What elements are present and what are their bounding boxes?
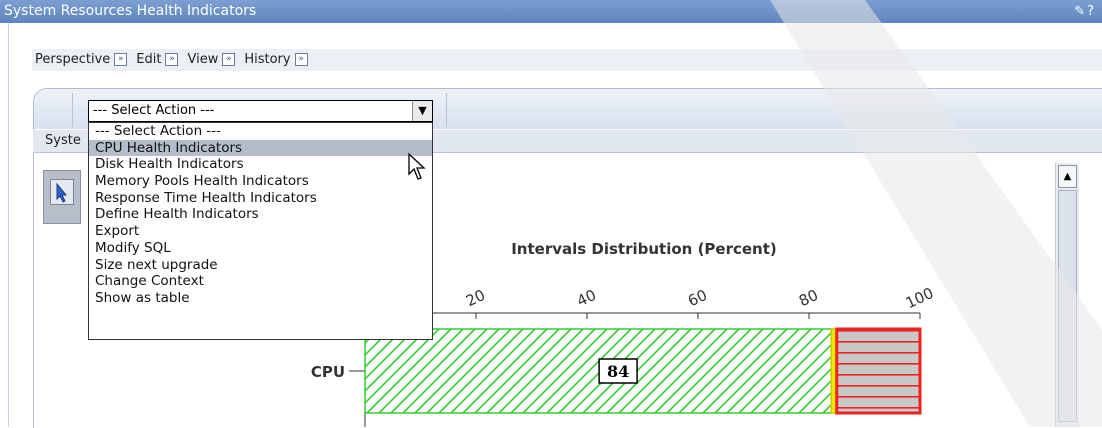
action-menu-item[interactable]: Disk Health Indicators [89,156,432,173]
y-category-label: CPU [311,363,345,381]
action-menu-item[interactable]: Memory Pools Health Indicators [89,173,432,190]
action-menu-item[interactable]: Modify SQL [89,240,432,257]
action-menu-item[interactable]: Define Health Indicators [89,206,432,223]
x-tick-label: 20 [463,286,488,310]
action-menu-item[interactable]: Change Context [89,273,432,290]
bar-segment [835,327,922,415]
chart-title: Intervals Distribution (Percent) [511,240,777,258]
action-menu-item[interactable]: --- Select Action --- [89,123,432,140]
action-menu-item[interactable]: Export [89,223,432,240]
x-tick-label: 40 [574,286,599,310]
x-tick-label: 100 [903,284,937,312]
bar-segment [364,328,832,414]
chart-bars [364,327,922,415]
data-label: 84 [607,362,629,381]
question-icon[interactable]: ? [1087,4,1096,19]
scroll-up-icon[interactable]: ▲ [1058,165,1077,188]
x-tick-label: 60 [685,286,710,310]
vertical-scrollbar[interactable]: ▲ [1055,163,1079,427]
action-menu-item[interactable]: CPU Health Indicators [89,139,432,157]
scroll-thumb[interactable] [1058,190,1077,422]
pencil-icon[interactable]: ✎ [1074,4,1087,19]
mouse-cursor-icon [408,153,426,180]
action-menu-item[interactable]: Size next upgrade [89,257,432,274]
action-menu-item[interactable]: Show as table [89,290,432,307]
action-dropdown-list: --- Select Action --- CPU Health Indicato… [88,122,433,340]
x-tick-label: 80 [796,286,821,310]
action-menu-item[interactable]: Response Time Health Indicators [89,190,432,207]
